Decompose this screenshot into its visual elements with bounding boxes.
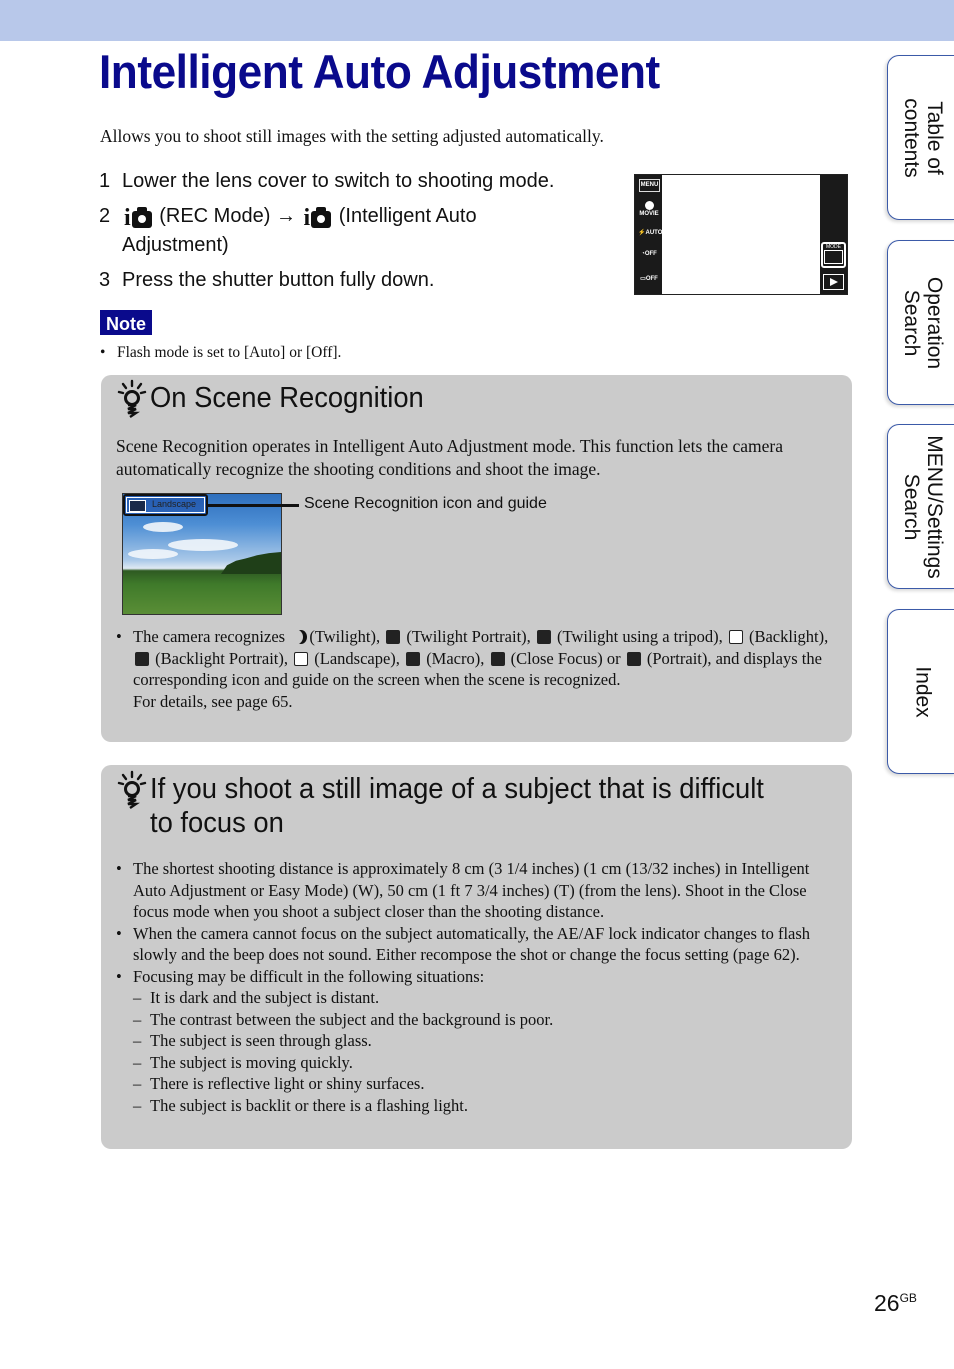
tab-menu-settings-search[interactable]: MENU/Settings Search	[887, 424, 954, 589]
hint-lightbulb-icon	[117, 770, 147, 809]
scene-recognition-tag: Landscape	[123, 494, 208, 516]
intro-text: Allows you to shoot still images with th…	[100, 126, 604, 146]
hint-lightbulb-icon	[117, 379, 147, 418]
note-label: Note	[100, 310, 152, 335]
twilight-icon	[291, 630, 303, 644]
backlight-icon	[728, 630, 743, 644]
focus-box-title: If you shoot a still image of a subject …	[150, 773, 764, 839]
page-number: 26GB	[874, 1290, 917, 1316]
macro-icon	[406, 651, 421, 666]
intelligent-auto-icon: i	[304, 206, 332, 230]
close-focus-icon	[490, 651, 505, 666]
sub-list-item: – There is reflective light or shiny surf…	[133, 1074, 425, 1093]
sub-list-item: – It is dark and the subject is distant.	[133, 988, 380, 1007]
twilight-portrait-icon	[386, 630, 401, 644]
portrait-icon	[626, 651, 641, 666]
sub-list-item: – The subject is seen through glass.	[133, 1031, 372, 1050]
scene-paragraph: Scene Recognition operates in Intelligen…	[116, 436, 783, 479]
sub-list-item: – The subject is moving quickly.	[133, 1052, 353, 1072]
landscape-icon	[294, 651, 309, 666]
scene-box-title: On Scene Recognition	[150, 382, 424, 414]
playback-icon	[823, 274, 844, 290]
tab-operation-search[interactable]: Operation Search	[887, 240, 954, 405]
self-timer-off-icon: ◔OFF	[641, 251, 657, 257]
focus-difficulty-box: If you shoot a still image of a subject …	[101, 765, 852, 1149]
sub-list-item: – The subject is backlit or there is a fl…	[133, 1095, 469, 1115]
right-button-bar: MODE	[820, 175, 847, 294]
movie-icon: MOVIE	[638, 201, 660, 217]
tab-table-of-contents[interactable]: Table of contents	[887, 55, 954, 220]
note-item: • Flash mode is set to [Auto] or [Off].	[100, 344, 342, 361]
callout-line	[208, 504, 299, 507]
rec-mode-icon: MODE	[821, 242, 846, 268]
intelligent-auto-icon: i	[124, 206, 152, 230]
left-button-bar: MENU MOVIE ⚡AUTO ◔OFF ▭OFF	[635, 175, 662, 294]
arrow-icon: →	[275, 205, 296, 227]
twilight-tripod-icon	[536, 630, 551, 644]
landscape-icon	[129, 500, 146, 512]
tab-index[interactable]: Index	[887, 609, 954, 774]
flash-auto-icon: ⚡AUTO	[638, 230, 663, 236]
camera-screen-illustration: MENU MOVIE ⚡AUTO ◔OFF ▭OFF MODE	[634, 174, 848, 295]
focus-bullets: • The shortest shooting distance is appro…	[116, 858, 836, 1116]
header-band	[0, 0, 954, 41]
backlight-portrait-icon	[135, 651, 149, 666]
scene-recognition-box: On Scene Recognition Scene Recognition o…	[101, 375, 852, 742]
page-title: Intelligent Auto Adjustment	[99, 45, 660, 98]
list-item: • When the camera cannot focus on the sub…	[116, 923, 811, 965]
list-item: • The shortest shooting distance is appro…	[116, 859, 810, 921]
list-item: • The camera recognizes (Twilight), (Twi…	[116, 627, 829, 711]
step-1: 1 Lower the lens cover to switch to shoo…	[99, 170, 555, 192]
sub-list-item: – The contrast between the subject and th…	[133, 1009, 554, 1029]
steps-list: 1 Lower the lens cover to switch to shoo…	[99, 167, 629, 301]
step-3: 3 Press the shutter button fully down.	[99, 269, 435, 291]
list-item: • Focusing may be difficult in the follow…	[116, 966, 485, 986]
menu-button-icon: MENU	[639, 179, 660, 192]
scene-bullets: • The camera recognizes (Twilight), (Twi…	[116, 626, 836, 712]
step-2: 2 i (REC Mode) → i (Intelligent Auto Adj…	[99, 205, 477, 256]
burst-off-icon: ▭OFF	[640, 276, 658, 282]
callout-label: Scene Recognition icon and guide	[304, 495, 547, 512]
